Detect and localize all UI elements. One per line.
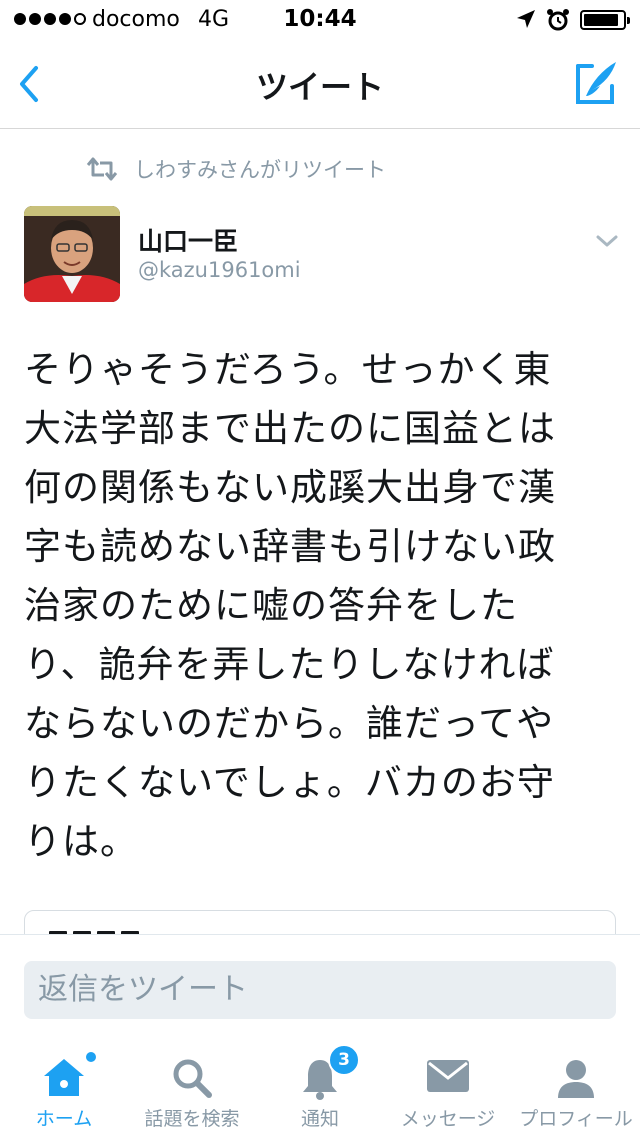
tab-bar: ホーム 話題を検索 3 通知 メッセージ プロフィール (0, 1040, 640, 1136)
battery-icon (580, 10, 630, 30)
tweet-text: そりゃそうだろう。せっかく東 大法学部まで出たのに国益とは 何の関係もない成蹊大… (24, 348, 556, 863)
chevron-down-icon (596, 235, 618, 247)
status-bar: docomo 4G 10:44 (0, 0, 640, 40)
status-time: 10:44 (283, 6, 357, 32)
tab-notifications[interactable]: 3 通知 (256, 1040, 384, 1136)
navigation-bar: ツイート (0, 40, 640, 129)
alarm-clock-icon (547, 9, 569, 31)
retweet-icon (86, 157, 118, 181)
tab-messages-label: メッセージ (400, 1108, 496, 1130)
tab-search[interactable]: 話題を検索 (128, 1040, 256, 1136)
reply-bar: 返信をツイート (0, 934, 640, 1041)
tab-home-label: ホーム (35, 1108, 93, 1130)
search-icon (173, 1059, 212, 1098)
author-handle[interactable]: @kazu1961omi (138, 258, 301, 282)
avatar[interactable] (24, 206, 120, 302)
compose-feather-icon (576, 62, 616, 104)
envelope-icon (427, 1060, 469, 1092)
location-arrow-icon (517, 10, 535, 28)
author-name[interactable]: 山口一臣 (138, 222, 238, 258)
page-title: ツイート (255, 68, 384, 106)
person-icon (558, 1060, 594, 1098)
notification-badge: 3 (328, 1044, 360, 1076)
tab-search-label: 話題を検索 (144, 1108, 240, 1130)
retweeted-by-text[interactable]: しわすみさんがリツイート (134, 154, 386, 184)
home-icon (44, 1059, 84, 1096)
tab-messages[interactable]: メッセージ (384, 1040, 512, 1136)
tab-profile[interactable]: プロフィール (512, 1040, 640, 1136)
avatar-photo (24, 206, 120, 302)
tab-profile-label: プロフィール (519, 1108, 633, 1130)
compose-tweet-button[interactable] (570, 56, 620, 110)
tweet-options-button[interactable] (590, 228, 624, 254)
tab-home[interactable]: ホーム (0, 1040, 128, 1136)
tab-notifications-label: 通知 (300, 1108, 339, 1130)
home-new-dot (86, 1052, 96, 1062)
retweet-header: しわすみさんがリツイート (84, 152, 386, 186)
reply-input[interactable]: 返信をツイート (24, 961, 616, 1019)
